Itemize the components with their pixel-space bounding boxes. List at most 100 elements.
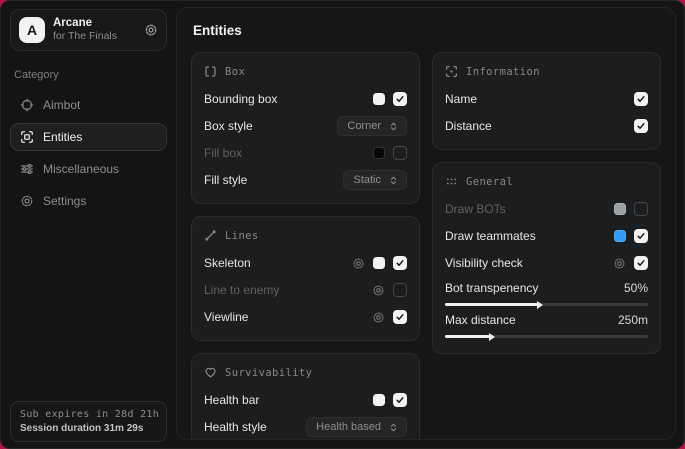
chevrons-updown-icon (388, 121, 399, 132)
slider-fill (445, 335, 490, 338)
sidebar-item-miscellaneous[interactable]: Miscellaneous (10, 155, 167, 183)
slider-thumb[interactable] (489, 333, 495, 341)
sidebar-item-label: Settings (43, 194, 86, 208)
select-health-style[interactable]: Health based (306, 417, 407, 437)
setting-row-health-style: Health style Health based (204, 416, 407, 438)
slider-value: 50% (624, 281, 648, 295)
checkbox-visibility-check[interactable] (634, 256, 648, 270)
brand-subtitle: for The Finals (53, 30, 136, 43)
select-fill-style[interactable]: Static (343, 170, 407, 190)
gear-icon[interactable] (352, 257, 365, 270)
slider-track[interactable] (445, 335, 648, 338)
card-title: Lines (225, 230, 259, 242)
slider-track[interactable] (445, 303, 648, 306)
setting-label: Health style (204, 420, 267, 434)
setting-label: Bounding box (204, 92, 277, 106)
page-title: Entities (193, 23, 661, 38)
gear-icon[interactable] (372, 311, 385, 324)
checkbox-line-to-enemy[interactable] (393, 283, 407, 297)
sidebar-item-entities[interactable]: Entities (10, 123, 167, 151)
left-column: Box Bounding box Box styleCorner Fill box Fi… (191, 52, 420, 440)
card-title: Box (225, 66, 245, 78)
gear-icon[interactable] (372, 284, 385, 297)
session-duration-text: Session duration 31m 29s (20, 423, 157, 434)
color-swatch[interactable] (373, 93, 385, 105)
setting-label: Draw BOTs (445, 202, 506, 216)
card-box: Box Bounding box Box styleCorner Fill box Fi… (191, 52, 420, 204)
color-swatch[interactable] (373, 394, 385, 406)
subscription-card: Sub expires in 28d 21h Session duration … (10, 401, 167, 442)
right-column: Information Name Distance General Draw BOTs D… (432, 52, 661, 354)
checkbox-skeleton[interactable] (393, 256, 407, 270)
slider-label: Bot transpenency (445, 281, 538, 295)
card-information: Information Name Distance (432, 52, 661, 150)
brand-name: Arcane (53, 16, 136, 30)
slider-bot-transpenency: Bot transpenency 50% (445, 279, 648, 306)
sync-icon[interactable] (144, 23, 158, 37)
setting-row-box-style: Box styleCorner (204, 115, 407, 137)
slider-max-distance: Max distance 250m (445, 311, 648, 338)
chevrons-updown-icon (388, 422, 399, 433)
setting-row-skeleton: Skeleton (204, 252, 407, 274)
select-box-style[interactable]: Corner (337, 116, 407, 136)
setting-label: Visibility check (445, 256, 523, 270)
app-window: A Arcane for The Finals Category AimbotE… (0, 0, 685, 449)
card-title: General (466, 176, 513, 188)
setting-label: Draw teammates (445, 229, 536, 243)
setting-label: Skeleton (204, 256, 251, 270)
sidebar-nav: Aimbot Entities Miscellaneous Settings (10, 91, 167, 215)
color-swatch[interactable] (373, 257, 385, 269)
setting-label: Name (445, 92, 477, 106)
sidebar-item-label: Aimbot (43, 98, 80, 112)
color-swatch[interactable] (373, 147, 385, 159)
color-swatch[interactable] (614, 203, 626, 215)
checkbox-distance[interactable] (634, 119, 648, 133)
main-panel: Entities Box Bounding box Box styleCorner F… (176, 7, 676, 440)
slider-fill (445, 303, 538, 306)
slider-label: Max distance (445, 313, 516, 327)
setting-row-draw-teammates: Draw teammates (445, 225, 648, 247)
category-label: Category (14, 69, 163, 81)
heart-icon (204, 366, 217, 379)
select-value: Corner (347, 120, 381, 132)
checkbox-fill-box[interactable] (393, 146, 407, 160)
setting-label: Viewline (204, 310, 248, 324)
gear-icon[interactable] (613, 257, 626, 270)
setting-label: Distance (445, 119, 492, 133)
checkbox-draw-teammates[interactable] (634, 229, 648, 243)
setting-row-fill-style: Fill style Static (204, 169, 407, 191)
setting-row-fill-box: Fill box (204, 142, 407, 164)
sidebar-item-aimbot[interactable]: Aimbot (10, 91, 167, 119)
checkbox-name[interactable] (634, 92, 648, 106)
setting-row-viewline: Viewline (204, 306, 407, 328)
card-header: Lines (204, 229, 407, 242)
scan-icon (445, 65, 458, 78)
card-header: Information (445, 65, 648, 78)
crosshair-icon (20, 98, 34, 112)
setting-row-name: Name (445, 88, 648, 110)
card-general: General Draw BOTs Draw teammates Visibility… (432, 162, 661, 354)
color-swatch[interactable] (614, 230, 626, 242)
card-header: Box (204, 65, 407, 78)
checkbox-viewline[interactable] (393, 310, 407, 324)
grid-icon (445, 175, 458, 188)
setting-label: Fill style (204, 173, 247, 187)
settings-columns: Box Bounding box Box styleCorner Fill box Fi… (191, 52, 661, 440)
box-scan-icon (20, 130, 34, 144)
setting-row-bounding-box: Bounding box (204, 88, 407, 110)
checkbox-health-bar[interactable] (393, 393, 407, 407)
sidebar-item-label: Miscellaneous (43, 162, 119, 176)
checkbox-bounding-box[interactable] (393, 92, 407, 106)
slider-thumb[interactable] (537, 301, 543, 309)
sidebar-item-settings[interactable]: Settings (10, 187, 167, 215)
setting-label: Line to enemy (204, 283, 279, 297)
chevrons-updown-icon (388, 175, 399, 186)
card-header: General (445, 175, 648, 188)
slider-value: 250m (618, 313, 648, 327)
card-header: Survivability (204, 366, 407, 379)
card-survivability: SurvivabilityHealth barHealth styleHealt… (191, 353, 420, 440)
sub-expiry-text: Sub expires in 28d 21h (20, 409, 157, 420)
setting-row-visibility-check: Visibility check (445, 252, 648, 274)
checkbox-draw-bots[interactable] (634, 202, 648, 216)
setting-row-health-bar: Health bar (204, 389, 407, 411)
